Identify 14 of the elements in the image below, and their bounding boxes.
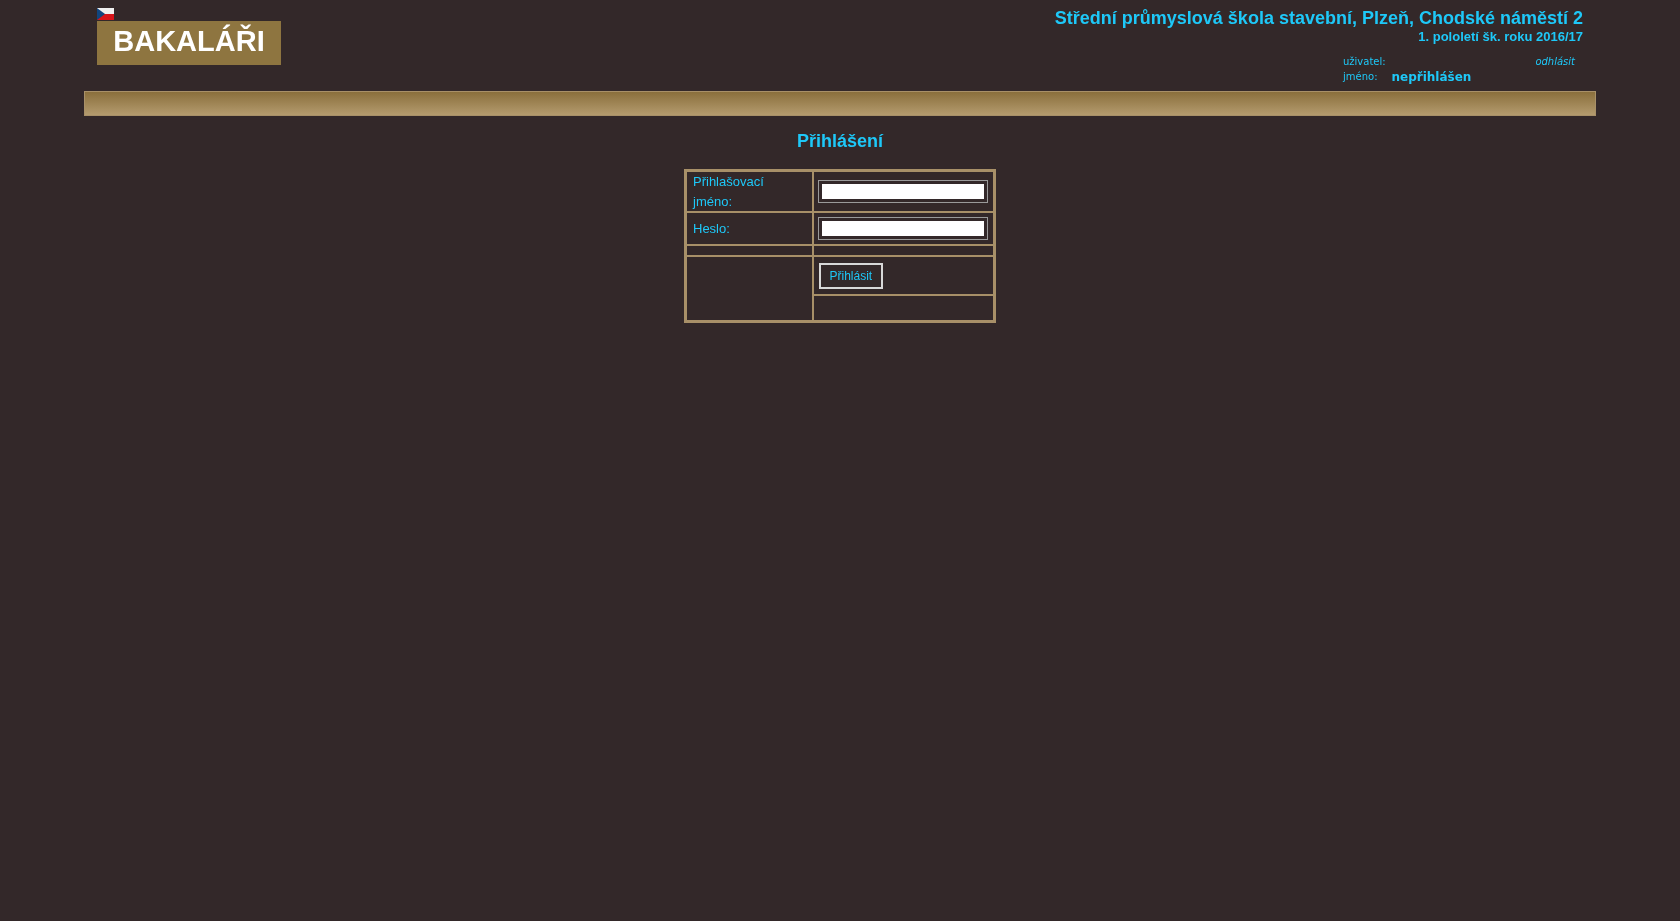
name-label: jméno: xyxy=(1343,70,1378,84)
login-button[interactable]: Přihlásit xyxy=(818,262,884,289)
username-field[interactable] xyxy=(818,181,987,202)
logo: BAKALÁŘI xyxy=(97,21,281,65)
page-title: Přihlášení xyxy=(796,130,883,152)
user-name: nepřihlášen xyxy=(1391,69,1472,85)
logout-link[interactable]: odhlásit xyxy=(1535,55,1575,69)
user-label: uživatel: xyxy=(1343,55,1386,69)
password-field[interactable] xyxy=(818,218,987,239)
password-label: Heslo: xyxy=(693,220,730,236)
username-label: Přihlašovací jméno: xyxy=(693,174,764,209)
flag-icon[interactable] xyxy=(97,8,114,20)
term-label: 1. pololetí šk. roku 2016/17 xyxy=(1418,29,1583,45)
school-name: Střední průmyslová škola stavební, Plzeň, Chodské náměstí 2 xyxy=(1054,7,1583,29)
